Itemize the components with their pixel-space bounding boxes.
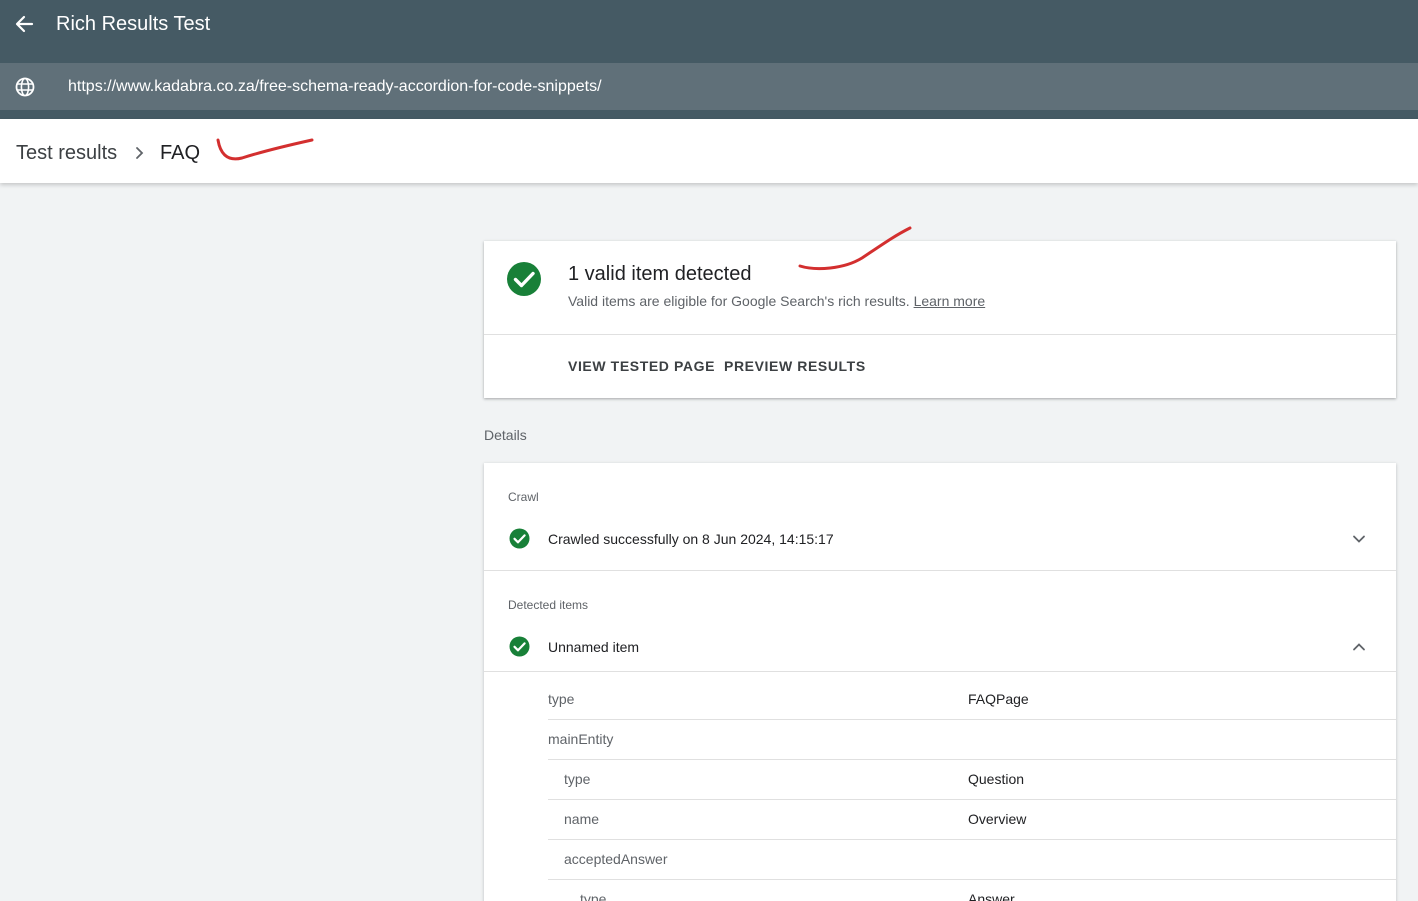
preview-results-button[interactable]: PREVIEW RESULTS [724, 357, 866, 375]
breadcrumb: Test results FAQ [0, 119, 1418, 183]
property-value: Answer [968, 891, 1015, 901]
details-card: Crawl Crawled successfully on 8 Jun 2024… [484, 463, 1396, 901]
detected-item-name[interactable]: Unnamed item [548, 638, 639, 656]
summary-card: 1 valid item detected Valid items are el… [484, 241, 1396, 398]
property-key: type [580, 891, 607, 901]
detected-items-label: Detected items [508, 598, 589, 612]
breadcrumb-current: FAQ [160, 142, 201, 164]
details-heading: Details [484, 427, 527, 443]
app-title: Rich Results Test [56, 13, 211, 35]
check-circle-icon [509, 636, 530, 657]
summary-title: 1 valid item detected [568, 263, 752, 285]
divider [484, 570, 1396, 571]
row-divider [548, 879, 1396, 880]
back-button[interactable] [12, 10, 36, 38]
chevron-right-icon [136, 147, 144, 159]
divider [484, 334, 1396, 335]
property-value: FAQPage [968, 691, 1029, 707]
chevron-up-icon[interactable] [1350, 638, 1368, 656]
row-divider [548, 759, 1396, 760]
globe-icon [15, 77, 35, 97]
url-bar: https://www.kadabra.co.za/free-schema-re… [0, 63, 1418, 119]
check-circle-icon [509, 528, 530, 549]
property-key: mainEntity [548, 731, 614, 747]
learn-more-link[interactable]: Learn more [914, 293, 986, 309]
app-bar: Rich Results Test [0, 0, 1418, 63]
crawl-section-label: Crawl [508, 490, 539, 504]
url-text: https://www.kadabra.co.za/free-schema-re… [68, 78, 602, 95]
view-tested-page-button[interactable]: VIEW TESTED PAGE [568, 357, 715, 375]
check-circle-icon [507, 262, 541, 296]
row-divider [548, 719, 1396, 720]
row-divider [548, 839, 1396, 840]
chevron-down-icon[interactable] [1350, 530, 1368, 548]
property-value: Question [968, 771, 1025, 787]
property-value: Overview [968, 811, 1027, 827]
property-key: type [548, 691, 575, 707]
url-field[interactable]: https://www.kadabra.co.za/free-schema-re… [0, 63, 1418, 110]
crawl-status-text: Crawled successfully on 8 Jun 2024, 14:1… [548, 531, 834, 547]
summary-subtitle: Valid items are eligible for Google Sear… [568, 292, 985, 310]
property-key: type [564, 771, 591, 787]
property-key: name [564, 811, 600, 827]
summary-subtitle-text: Valid items are eligible for Google Sear… [568, 293, 910, 309]
row-divider [548, 799, 1396, 800]
arrow-back-icon [15, 15, 34, 33]
property-key: acceptedAnswer [564, 851, 668, 867]
breadcrumb-test-results[interactable]: Test results [16, 141, 117, 165]
divider [484, 671, 1396, 672]
